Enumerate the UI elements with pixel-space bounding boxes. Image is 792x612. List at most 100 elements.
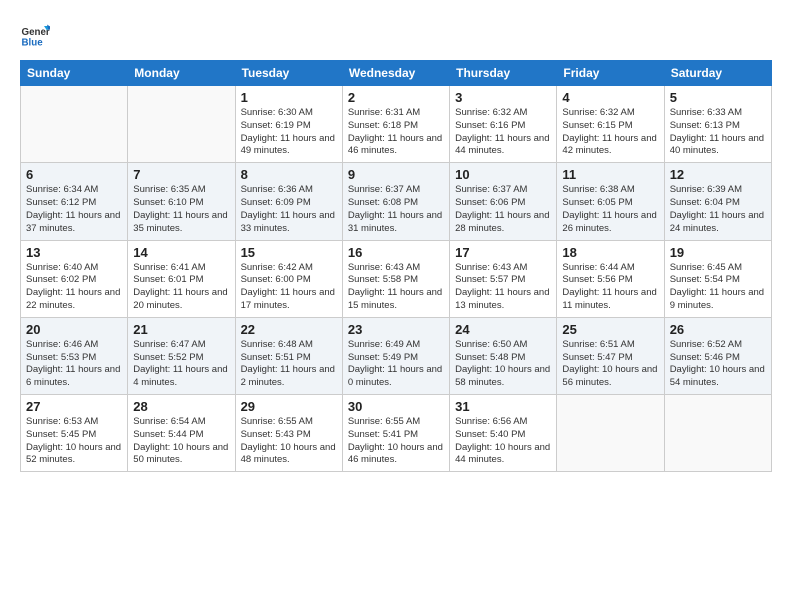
day-info: Sunrise: 6:51 AM Sunset: 5:47 PM Dayligh…: [562, 339, 658, 390]
week-row-2: 6Sunrise: 6:34 AM Sunset: 6:12 PM Daylig…: [21, 163, 772, 240]
column-header-thursday: Thursday: [450, 61, 557, 86]
day-number: 27: [26, 399, 122, 414]
day-number: 14: [133, 245, 229, 260]
day-number: 13: [26, 245, 122, 260]
column-header-saturday: Saturday: [664, 61, 771, 86]
header: General Blue: [20, 20, 772, 50]
day-number: 8: [241, 167, 337, 182]
day-info: Sunrise: 6:32 AM Sunset: 6:16 PM Dayligh…: [455, 107, 551, 158]
day-number: 1: [241, 90, 337, 105]
day-number: 7: [133, 167, 229, 182]
day-info: Sunrise: 6:37 AM Sunset: 6:06 PM Dayligh…: [455, 184, 551, 235]
day-cell: 3 Sunrise: 6:32 AM Sunset: 6:16 PM Daylig…: [450, 86, 557, 163]
day-cell: 27 Sunrise: 6:53 AM Sunset: 5:45 PM Dayli…: [21, 395, 128, 472]
day-cell: 20 Sunrise: 6:46 AM Sunset: 5:53 PM Dayli…: [21, 317, 128, 394]
day-cell: [664, 395, 771, 472]
day-info: Sunrise: 6:40 AM Sunset: 6:02 PM Dayligh…: [26, 262, 122, 313]
day-cell: 25 Sunrise: 6:51 AM Sunset: 5:47 PM Dayli…: [557, 317, 664, 394]
column-header-monday: Monday: [128, 61, 235, 86]
day-info: Sunrise: 6:31 AM Sunset: 6:18 PM Dayligh…: [348, 107, 444, 158]
day-cell: 7 Sunrise: 6:35 AM Sunset: 6:10 PM Daylig…: [128, 163, 235, 240]
logo: General Blue: [20, 20, 50, 50]
day-info: Sunrise: 6:41 AM Sunset: 6:01 PM Dayligh…: [133, 262, 229, 313]
day-info: Sunrise: 6:52 AM Sunset: 5:46 PM Dayligh…: [670, 339, 766, 390]
day-info: Sunrise: 6:35 AM Sunset: 6:10 PM Dayligh…: [133, 184, 229, 235]
day-info: Sunrise: 6:42 AM Sunset: 6:00 PM Dayligh…: [241, 262, 337, 313]
svg-text:Blue: Blue: [22, 38, 44, 49]
day-info: Sunrise: 6:45 AM Sunset: 5:54 PM Dayligh…: [670, 262, 766, 313]
day-cell: 16 Sunrise: 6:43 AM Sunset: 5:58 PM Dayli…: [342, 240, 449, 317]
page: General Blue SundayMondayTuesdayWednesda…: [0, 0, 792, 612]
day-cell: [557, 395, 664, 472]
day-info: Sunrise: 6:47 AM Sunset: 5:52 PM Dayligh…: [133, 339, 229, 390]
day-number: 24: [455, 322, 551, 337]
day-number: 30: [348, 399, 444, 414]
day-cell: 11Sunrise: 6:38 AM Sunset: 6:05 PM Dayli…: [557, 163, 664, 240]
day-number: 28: [133, 399, 229, 414]
day-cell: 21Sunrise: 6:47 AM Sunset: 5:52 PM Dayli…: [128, 317, 235, 394]
day-info: Sunrise: 6:43 AM Sunset: 5:57 PM Dayligh…: [455, 262, 551, 313]
day-cell: 2 Sunrise: 6:31 AM Sunset: 6:18 PM Daylig…: [342, 86, 449, 163]
week-row-3: 13 Sunrise: 6:40 AM Sunset: 6:02 PM Dayli…: [21, 240, 772, 317]
day-cell: 18Sunrise: 6:44 AM Sunset: 5:56 PM Dayli…: [557, 240, 664, 317]
day-number: 10: [455, 167, 551, 182]
day-number: 15: [241, 245, 337, 260]
day-number: 18: [562, 245, 658, 260]
day-info: Sunrise: 6:55 AM Sunset: 5:41 PM Dayligh…: [348, 416, 444, 467]
day-info: Sunrise: 6:53 AM Sunset: 5:45 PM Dayligh…: [26, 416, 122, 467]
day-cell: 15 Sunrise: 6:42 AM Sunset: 6:00 PM Dayli…: [235, 240, 342, 317]
day-cell: 6Sunrise: 6:34 AM Sunset: 6:12 PM Daylig…: [21, 163, 128, 240]
day-info: Sunrise: 6:55 AM Sunset: 5:43 PM Dayligh…: [241, 416, 337, 467]
day-cell: 30 Sunrise: 6:55 AM Sunset: 5:41 PM Dayli…: [342, 395, 449, 472]
day-info: Sunrise: 6:30 AM Sunset: 6:19 PM Dayligh…: [241, 107, 337, 158]
day-info: Sunrise: 6:37 AM Sunset: 6:08 PM Dayligh…: [348, 184, 444, 235]
day-number: 4: [562, 90, 658, 105]
calendar-header-row: SundayMondayTuesdayWednesdayThursdayFrid…: [21, 61, 772, 86]
day-number: 12: [670, 167, 766, 182]
day-number: 16: [348, 245, 444, 260]
day-info: Sunrise: 6:32 AM Sunset: 6:15 PM Dayligh…: [562, 107, 658, 158]
day-cell: 23Sunrise: 6:49 AM Sunset: 5:49 PM Dayli…: [342, 317, 449, 394]
day-info: Sunrise: 6:54 AM Sunset: 5:44 PM Dayligh…: [133, 416, 229, 467]
column-header-sunday: Sunday: [21, 61, 128, 86]
day-cell: 8 Sunrise: 6:36 AM Sunset: 6:09 PM Daylig…: [235, 163, 342, 240]
day-info: Sunrise: 6:46 AM Sunset: 5:53 PM Dayligh…: [26, 339, 122, 390]
day-number: 6: [26, 167, 122, 182]
day-cell: 26 Sunrise: 6:52 AM Sunset: 5:46 PM Dayli…: [664, 317, 771, 394]
week-row-4: 20 Sunrise: 6:46 AM Sunset: 5:53 PM Dayli…: [21, 317, 772, 394]
day-number: 22: [241, 322, 337, 337]
day-cell: 31 Sunrise: 6:56 AM Sunset: 5:40 PM Dayli…: [450, 395, 557, 472]
day-number: 25: [562, 322, 658, 337]
day-number: 3: [455, 90, 551, 105]
day-cell: 14 Sunrise: 6:41 AM Sunset: 6:01 PM Dayli…: [128, 240, 235, 317]
day-cell: 10 Sunrise: 6:37 AM Sunset: 6:06 PM Dayli…: [450, 163, 557, 240]
day-info: Sunrise: 6:39 AM Sunset: 6:04 PM Dayligh…: [670, 184, 766, 235]
day-info: Sunrise: 6:50 AM Sunset: 5:48 PM Dayligh…: [455, 339, 551, 390]
day-cell: 13 Sunrise: 6:40 AM Sunset: 6:02 PM Dayli…: [21, 240, 128, 317]
day-info: Sunrise: 6:56 AM Sunset: 5:40 PM Dayligh…: [455, 416, 551, 467]
day-number: 31: [455, 399, 551, 414]
day-info: Sunrise: 6:38 AM Sunset: 6:05 PM Dayligh…: [562, 184, 658, 235]
calendar: SundayMondayTuesdayWednesdayThursdayFrid…: [20, 60, 772, 472]
day-info: Sunrise: 6:33 AM Sunset: 6:13 PM Dayligh…: [670, 107, 766, 158]
day-info: Sunrise: 6:36 AM Sunset: 6:09 PM Dayligh…: [241, 184, 337, 235]
column-header-wednesday: Wednesday: [342, 61, 449, 86]
day-info: Sunrise: 6:43 AM Sunset: 5:58 PM Dayligh…: [348, 262, 444, 313]
day-number: 9: [348, 167, 444, 182]
column-header-tuesday: Tuesday: [235, 61, 342, 86]
day-number: 17: [455, 245, 551, 260]
day-cell: 24 Sunrise: 6:50 AM Sunset: 5:48 PM Dayli…: [450, 317, 557, 394]
day-number: 29: [241, 399, 337, 414]
day-number: 20: [26, 322, 122, 337]
day-info: Sunrise: 6:49 AM Sunset: 5:49 PM Dayligh…: [348, 339, 444, 390]
day-cell: 22 Sunrise: 6:48 AM Sunset: 5:51 PM Dayli…: [235, 317, 342, 394]
day-number: 2: [348, 90, 444, 105]
svg-text:General: General: [22, 27, 51, 38]
day-cell: 5 Sunrise: 6:33 AM Sunset: 6:13 PM Daylig…: [664, 86, 771, 163]
day-cell: 4 Sunrise: 6:32 AM Sunset: 6:15 PM Daylig…: [557, 86, 664, 163]
day-cell: 29 Sunrise: 6:55 AM Sunset: 5:43 PM Dayli…: [235, 395, 342, 472]
day-number: 5: [670, 90, 766, 105]
day-cell: 1 Sunrise: 6:30 AM Sunset: 6:19 PM Daylig…: [235, 86, 342, 163]
day-number: 26: [670, 322, 766, 337]
day-info: Sunrise: 6:48 AM Sunset: 5:51 PM Dayligh…: [241, 339, 337, 390]
